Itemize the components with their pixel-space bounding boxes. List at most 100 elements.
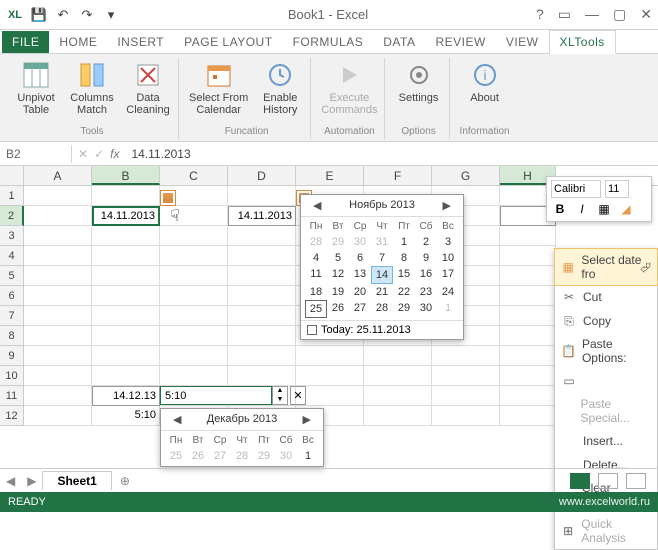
col-header-D[interactable]: D (228, 166, 296, 185)
cal-day[interactable]: 2 (415, 234, 437, 250)
tab-xltools[interactable]: XLTools (549, 30, 616, 54)
cell-A8[interactable] (24, 326, 92, 346)
cell-D4[interactable] (228, 246, 296, 266)
cal-day[interactable]: 31 (371, 234, 393, 250)
mini-border-icon[interactable]: ▦ (595, 200, 613, 218)
cal-day[interactable]: 29 (327, 234, 349, 250)
ribbon-toggle-icon[interactable]: ▭ (558, 6, 571, 23)
select-from-calendar-button[interactable]: Select From Calendar (189, 58, 248, 124)
cal-day[interactable]: 26 (327, 300, 349, 318)
cell-D8[interactable] (228, 326, 296, 346)
mini-italic-button[interactable]: I (573, 200, 591, 218)
row-header-11[interactable]: 11 (0, 386, 24, 406)
cell-H11[interactable] (500, 386, 556, 406)
maximize-icon[interactable]: ▢ (613, 6, 626, 23)
cell-B2[interactable]: 14.11.2013 (92, 206, 160, 226)
cal-day[interactable]: 1 (297, 448, 319, 464)
tab-file[interactable]: FILE (2, 31, 49, 53)
calendar-title[interactable]: Ноябрь 2013 (349, 199, 415, 212)
cal-day[interactable]: 20 (349, 284, 371, 300)
cell-C6[interactable] (160, 286, 228, 306)
cal-day[interactable]: 30 (415, 300, 437, 318)
col-header-A[interactable]: A (24, 166, 92, 185)
cell-B5[interactable] (92, 266, 160, 286)
cal-day[interactable]: 8 (393, 250, 415, 266)
ctx-cut[interactable]: ✂ Cut (555, 285, 657, 309)
row-header-4[interactable]: 4 (0, 246, 24, 266)
row-header-2[interactable]: 2 (0, 206, 24, 226)
save-icon[interactable]: 💾 (30, 6, 48, 24)
close-icon[interactable]: ✕ (640, 6, 652, 23)
col-header-E[interactable]: E (296, 166, 364, 185)
cell-H5[interactable] (500, 266, 556, 286)
cal-day[interactable]: 9 (415, 250, 437, 266)
cell-B12[interactable] (92, 406, 160, 426)
calendar-today-footer[interactable]: Today: 25.11.2013 (301, 320, 463, 339)
cal-day[interactable]: 22 (393, 284, 415, 300)
cal-day[interactable]: 25 (165, 448, 187, 464)
cell-B1[interactable] (92, 186, 160, 206)
cell-B4[interactable] (92, 246, 160, 266)
cell-F10[interactable] (364, 366, 432, 386)
new-sheet-icon[interactable]: ⊕ (112, 474, 138, 488)
row-header-9[interactable]: 9 (0, 346, 24, 366)
mini-toolbar[interactable]: B I ▦ ◢ (546, 176, 652, 222)
settings-button[interactable]: Settings (395, 58, 443, 124)
spinner-buttons[interactable]: ▲▼ (272, 386, 288, 405)
cal-day[interactable]: 3 (437, 234, 459, 250)
ctx-insert[interactable]: Insert... (555, 429, 657, 453)
cal-day[interactable]: 28 (231, 448, 253, 464)
minimize-icon[interactable]: — (585, 6, 599, 23)
cell-A6[interactable] (24, 286, 92, 306)
cal-day[interactable]: 17 (437, 266, 459, 284)
cal-day[interactable]: 4 (305, 250, 327, 266)
ctx-copy[interactable]: ⎘ Copy (555, 309, 657, 333)
spinner-clear-icon[interactable]: ✕ (290, 386, 306, 405)
cell-C3[interactable] (160, 226, 228, 246)
time-spinner-input[interactable] (160, 386, 272, 405)
col-header-G[interactable]: G (432, 166, 500, 185)
cell-A3[interactable] (24, 226, 92, 246)
cal-day[interactable]: 27 (209, 448, 231, 464)
cell-B3[interactable] (92, 226, 160, 246)
select-all-corner[interactable] (0, 166, 24, 185)
view-page-break-icon[interactable] (626, 473, 646, 489)
cell-F12[interactable] (364, 406, 432, 426)
tab-page-layout[interactable]: PAGE LAYOUT (174, 31, 282, 53)
cal-day[interactable]: 25 (305, 300, 327, 318)
row-header-7[interactable]: 7 (0, 306, 24, 326)
cell-C7[interactable] (160, 306, 228, 326)
cell-C10[interactable] (160, 366, 228, 386)
cell-D6[interactable] (228, 286, 296, 306)
tab-data[interactable]: DATA (373, 31, 425, 53)
view-normal-icon[interactable] (570, 473, 590, 489)
cal-day[interactable]: 29 (253, 448, 275, 464)
cell-B6[interactable] (92, 286, 160, 306)
cal-day[interactable]: 26 (187, 448, 209, 464)
cell-H9[interactable] (500, 346, 556, 366)
sheet-nav-next-icon[interactable]: ▶ (21, 474, 42, 488)
cal-day[interactable]: 5 (327, 250, 349, 266)
calendar-popup-december[interactable]: ◀ Декабрь 2013 ▶ ПнВтСрЧтПтСбВс252627282… (160, 408, 324, 467)
cell-A11[interactable] (24, 386, 92, 406)
cal-day[interactable]: 13 (349, 266, 371, 284)
tab-home[interactable]: HOME (49, 31, 107, 53)
cell-H8[interactable] (500, 326, 556, 346)
cal-day[interactable]: 28 (371, 300, 393, 318)
cal-day[interactable]: 11 (305, 266, 327, 284)
cal-day[interactable]: 1 (393, 234, 415, 250)
columns-match-button[interactable]: Columns Match (68, 58, 116, 124)
cal-day[interactable]: 15 (393, 266, 415, 284)
cell-B7[interactable] (92, 306, 160, 326)
cell-A7[interactable] (24, 306, 92, 326)
cell-D5[interactable] (228, 266, 296, 286)
cal-day[interactable]: 1 (437, 300, 459, 318)
help-icon[interactable]: ? (536, 6, 544, 23)
mini-fill-color-icon[interactable]: ◢ (617, 200, 635, 218)
cell-H3[interactable] (500, 226, 556, 246)
cell-A12[interactable] (24, 406, 92, 426)
cell-H10[interactable] (500, 366, 556, 386)
name-box[interactable]: B2 (0, 145, 72, 163)
cell-D7[interactable] (228, 306, 296, 326)
row-header-6[interactable]: 6 (0, 286, 24, 306)
